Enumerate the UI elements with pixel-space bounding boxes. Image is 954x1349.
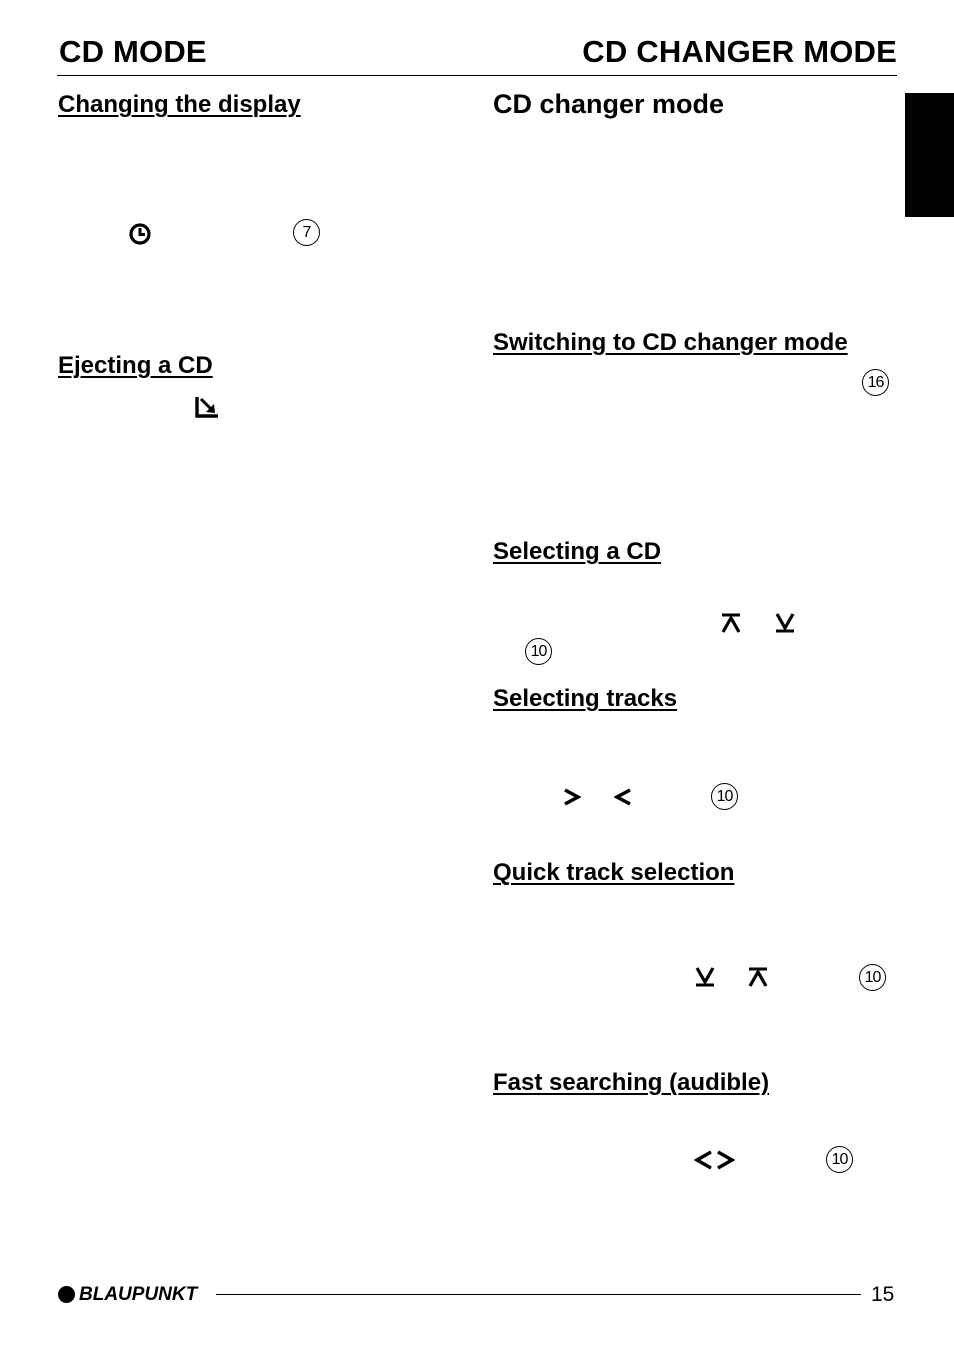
section-title-cd-changer-mode: CD changer mode <box>493 89 725 119</box>
up-arrow-icon <box>747 967 769 987</box>
previous-track-icon <box>614 787 632 807</box>
heading-fast-searching: Fast searching (audible) <box>493 1069 770 1096</box>
page-number: 15 <box>871 1283 895 1306</box>
button-ref-10: 10 <box>711 783 738 810</box>
down-arrow-icon <box>774 613 796 633</box>
next-track-icon <box>563 787 581 807</box>
button-ref-10: 10 <box>826 1146 853 1173</box>
fast-search-icon <box>694 1149 736 1171</box>
button-ref-16: 16 <box>862 369 889 396</box>
page-header-right: CD CHANGER MODE <box>582 34 897 69</box>
heading-selecting-cd: Selecting a CD <box>493 538 662 565</box>
brand-logo: BLAUPUNKT <box>58 1285 197 1304</box>
header-divider <box>57 75 897 76</box>
logo-dot-icon <box>58 1286 75 1303</box>
page-header-left: CD MODE <box>59 34 207 69</box>
button-ref-10: 10 <box>525 638 552 665</box>
heading-ejecting-cd: Ejecting a CD <box>58 352 213 379</box>
eject-icon <box>194 394 220 420</box>
language-tab-marker <box>905 93 954 217</box>
heading-changing-display: Changing the display <box>58 91 301 118</box>
up-arrow-icon <box>720 613 742 633</box>
clock-icon <box>128 222 152 246</box>
button-ref-7: 7 <box>293 219 320 246</box>
down-arrow-icon <box>694 967 716 987</box>
heading-switching-cd-changer: Switching to CD changer mode <box>493 329 848 356</box>
heading-selecting-tracks: Selecting tracks <box>493 685 678 712</box>
footer-divider <box>216 1294 861 1295</box>
heading-quick-track-selection: Quick track selection <box>493 859 735 886</box>
button-ref-10: 10 <box>859 964 886 991</box>
brand-name: BLAUPUNKT <box>79 1284 198 1305</box>
